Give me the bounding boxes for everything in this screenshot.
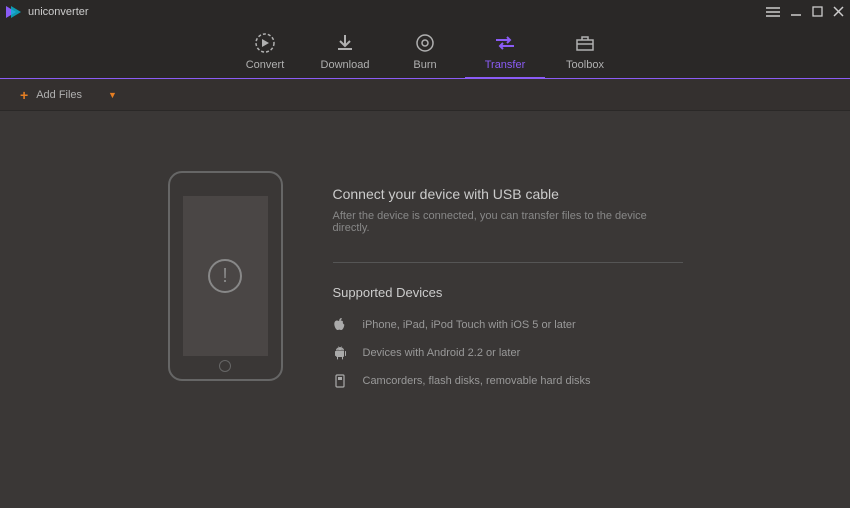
add-files-button[interactable]: + Add Files ▼ [20,87,117,103]
tab-label: Download [321,59,370,71]
device-text: iPhone, iPad, iPod Touch with iOS 5 or l… [363,319,576,331]
tab-burn[interactable]: Burn [385,24,465,78]
tab-label: Burn [413,59,436,71]
device-screen: ! [183,196,268,356]
tab-convert[interactable]: Convert [225,24,305,78]
menu-icon[interactable] [766,5,780,19]
connect-desc: After the device is connected, you can t… [333,210,683,234]
tab-download[interactable]: Download [305,24,385,78]
chevron-down-icon: ▼ [108,90,117,100]
info-section: Connect your device with USB cable After… [333,171,683,402]
minimize-icon[interactable] [790,5,802,19]
device-text: Camcorders, flash disks, removable hard … [363,375,591,387]
transfer-icon [493,32,517,54]
device-row-ios: iPhone, iPad, iPod Touch with iOS 5 or l… [333,318,683,332]
main-tabs: Convert Download Burn Transfer Toolbox [0,24,850,79]
device-row-other: Camcorders, flash disks, removable hard … [333,374,683,388]
device-illustration: ! [168,171,283,381]
toolbar: + Add Files ▼ [0,79,850,111]
titlebar-left: uniconverter [6,6,89,18]
content-area: ! Connect your device with USB cable Aft… [0,111,850,402]
device-home-button [219,360,231,372]
apple-icon [333,318,347,332]
alert-icon: ! [208,259,242,293]
close-icon[interactable] [833,5,844,19]
tab-label: Convert [246,59,285,71]
plus-icon: + [20,87,28,103]
supported-title: Supported Devices [333,285,683,300]
tab-label: Transfer [485,59,526,71]
burn-icon [415,32,435,54]
tab-transfer[interactable]: Transfer [465,24,545,78]
toolbox-icon [575,32,595,54]
maximize-icon[interactable] [812,5,823,19]
device-row-android: Devices with Android 2.2 or later [333,346,683,360]
disk-icon [333,374,347,388]
tab-toolbox[interactable]: Toolbox [545,24,625,78]
app-name: uniconverter [28,6,89,18]
device-text: Devices with Android 2.2 or later [363,347,521,359]
window-controls [766,5,844,19]
convert-icon [254,32,276,54]
titlebar: uniconverter [0,0,850,24]
app-logo-icon [6,6,22,18]
add-files-label: Add Files [36,89,82,101]
divider [333,262,683,263]
download-icon [335,32,355,54]
android-icon [333,346,347,360]
connect-title: Connect your device with USB cable [333,186,683,202]
tab-label: Toolbox [566,59,604,71]
